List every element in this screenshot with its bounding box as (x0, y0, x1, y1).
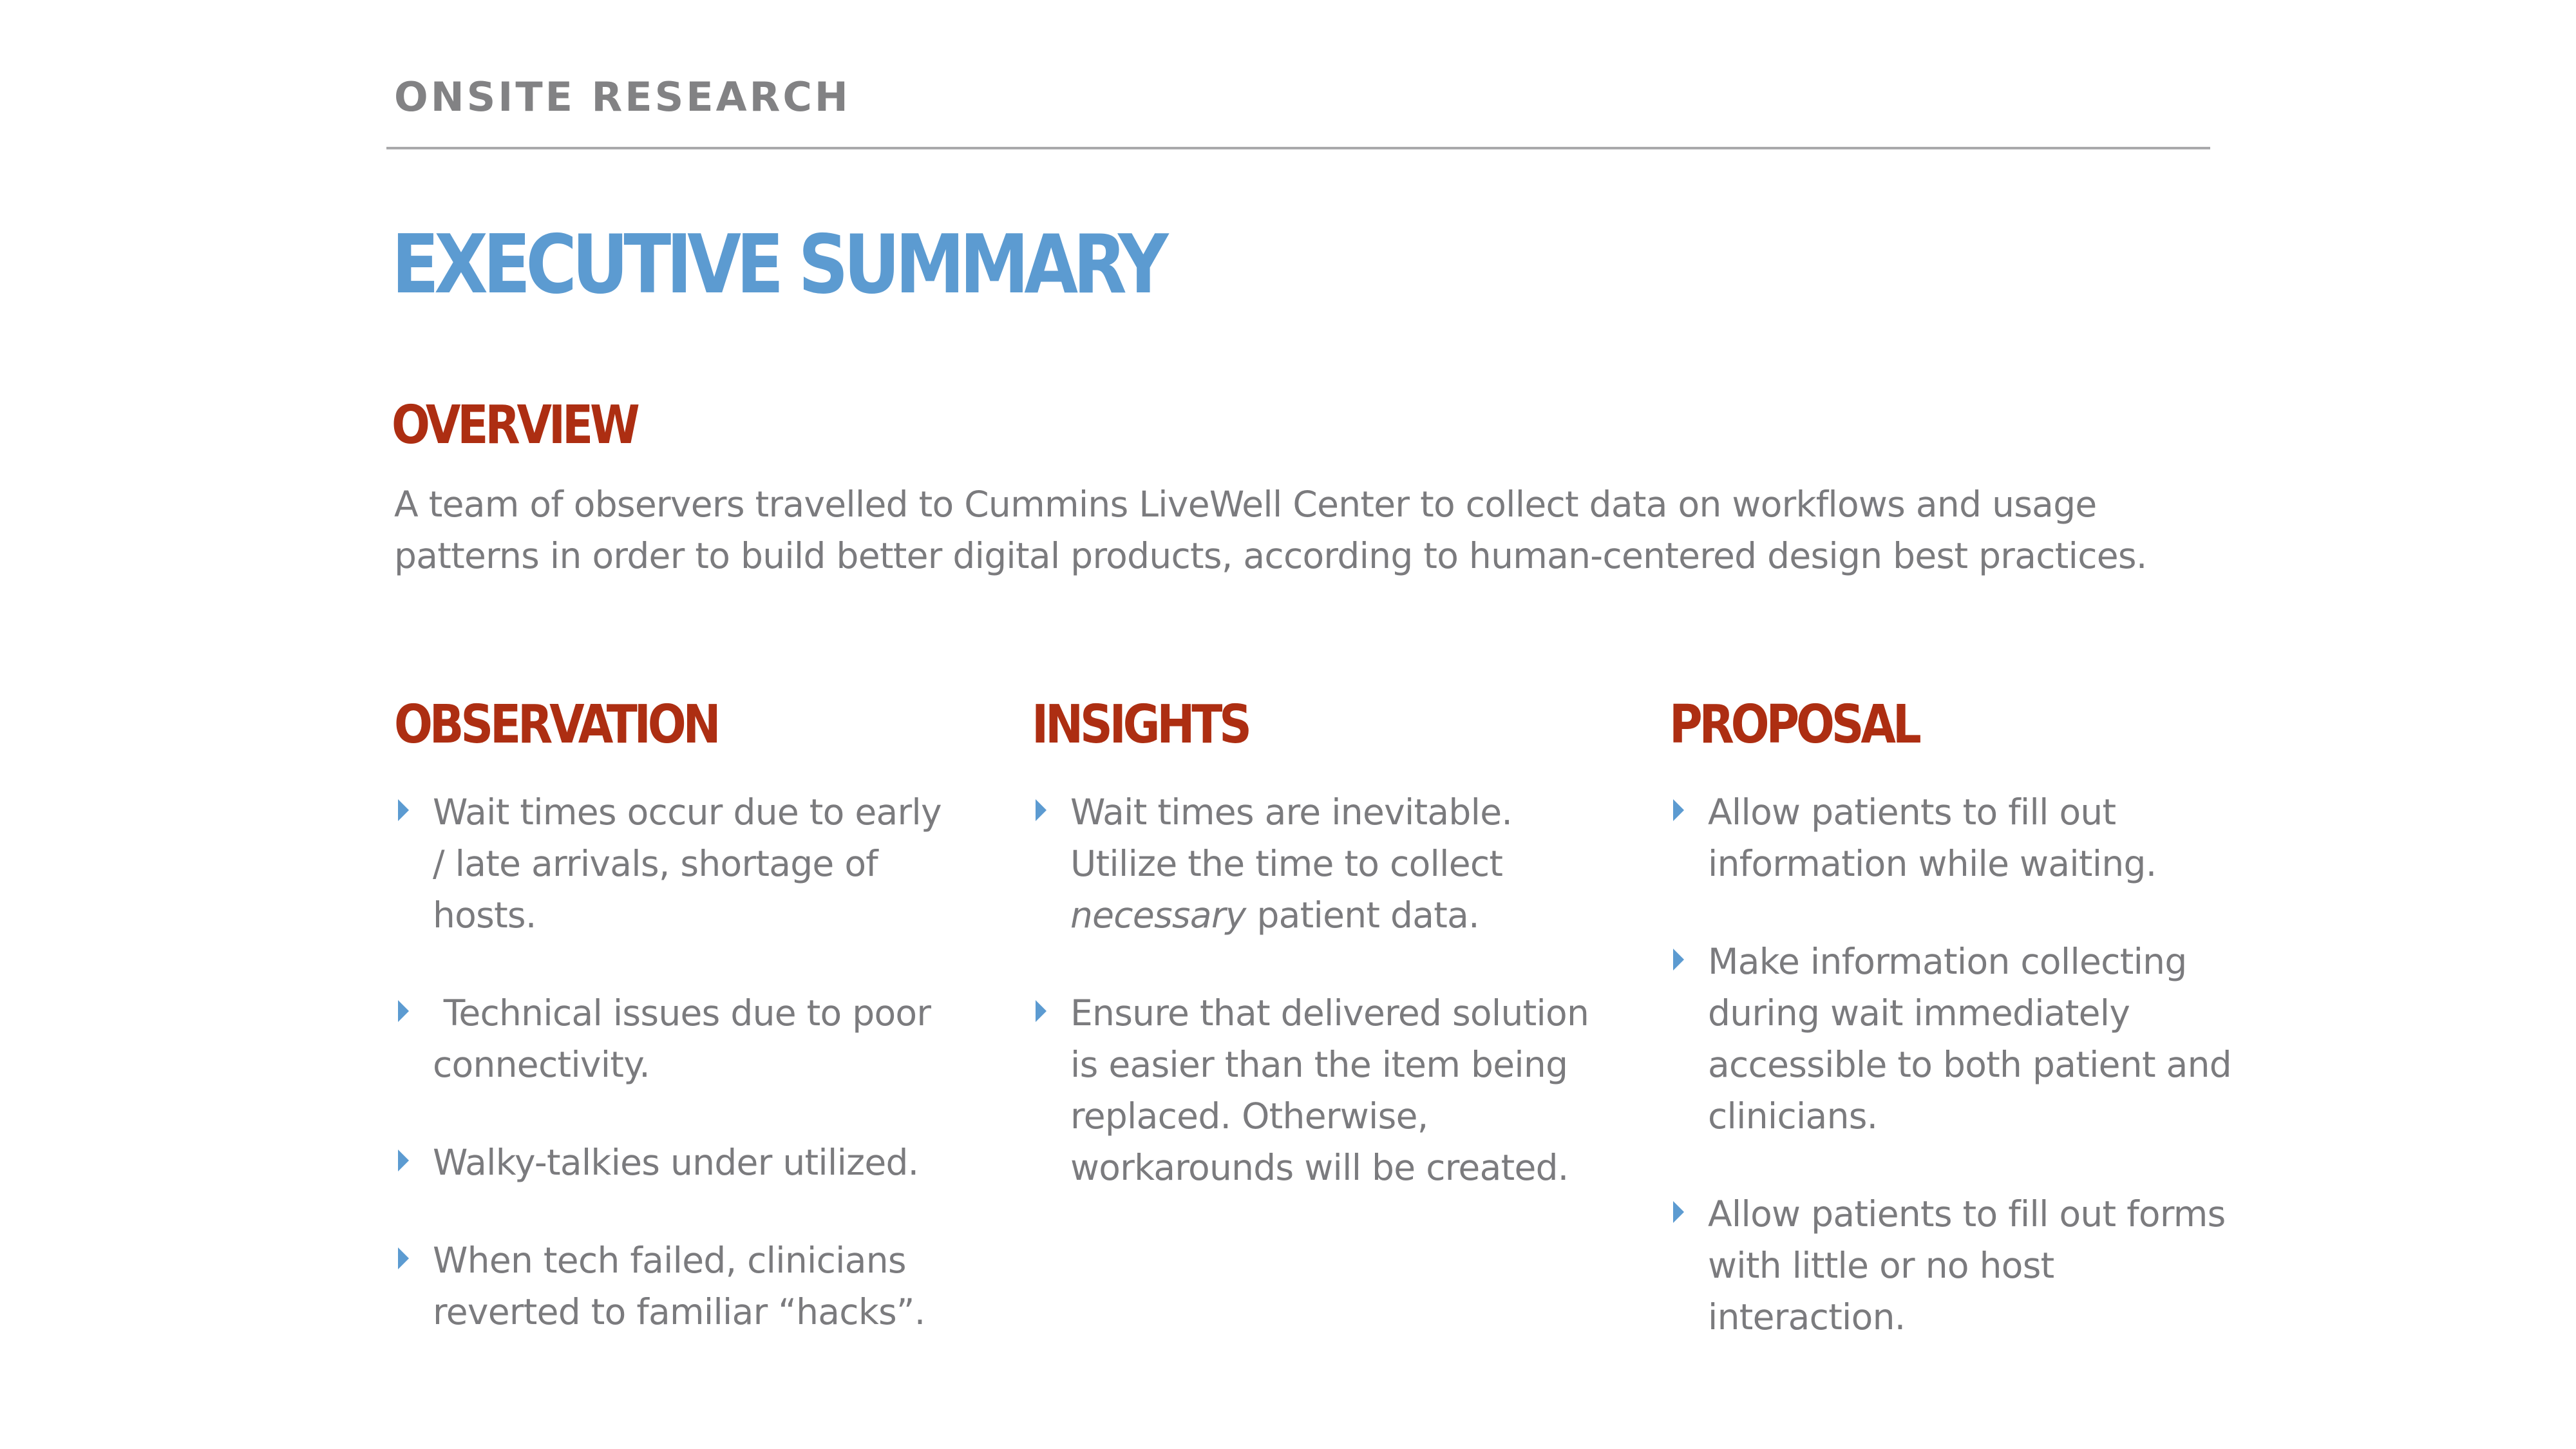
triangle-bullet-icon (398, 1150, 409, 1171)
list-item: Make information collecting during wait … (1669, 936, 2236, 1142)
slide: ONSITE RESEARCH EXECUTIVE SUMMARY OVERVI… (0, 0, 2576, 1449)
page-title: EXECUTIVE SUMMARY (392, 217, 1169, 312)
list-item: When tech failed, clinicians reverted to… (394, 1235, 961, 1338)
list-item-text: Technical issues due to poor connectivit… (433, 992, 942, 1085)
insights-heading: INSIGHTS (1032, 694, 1252, 755)
section-kicker: ONSITE RESEARCH (394, 73, 851, 120)
triangle-bullet-icon (1036, 799, 1046, 821)
list-item: Walky-talkies under utilized. (394, 1137, 961, 1188)
list-item-text: Walky-talkies under utilized. (433, 1142, 919, 1183)
observation-list: Wait times occur due to early / late arr… (394, 786, 961, 1384)
list-item: Wait times are inevitable. Utilize the t… (1032, 786, 1598, 941)
overview-text: A team of observers travelled to Cummins… (394, 484, 2147, 576)
list-item-text: Allow patients to fill out forms with li… (1708, 1193, 2226, 1338)
insights-column: INSIGHTS Wait times are inevitable. Util… (1032, 694, 1589, 1189)
list-item-text: When tech failed, clinicians reverted to… (433, 1240, 925, 1332)
list-item-text: Allow patients to fill out information w… (1708, 791, 2157, 884)
list-item-text: Wait times occur due to early / late arr… (433, 791, 942, 936)
list-item-text: Ensure that delivered solution is easier… (1070, 992, 1589, 1188)
triangle-bullet-icon (1673, 949, 1684, 971)
triangle-bullet-icon (1673, 799, 1684, 821)
proposal-list: Allow patients to fill out information w… (1669, 786, 2236, 1389)
list-item-text: Wait times are inevitable. Utilize the t… (1070, 786, 1598, 941)
proposal-heading: PROPOSAL (1669, 694, 1922, 755)
list-item: Allow patients to fill out forms with li… (1669, 1188, 2236, 1343)
insights-list: Wait times are inevitable. Utilize the t… (1032, 786, 1598, 1240)
list-item-text: Make information collecting during wait … (1708, 941, 2232, 1137)
observation-column: OBSERVATION Wait times occur due to earl… (394, 694, 942, 1333)
list-item: Allow patients to fill out information w… (1669, 786, 2236, 889)
observation-heading: OBSERVATION (394, 694, 721, 755)
triangle-bullet-icon (398, 1247, 409, 1269)
list-item: Technical issues due to poor connectivit… (394, 987, 961, 1090)
emphasis-text: necessary (1070, 895, 1246, 936)
triangle-bullet-icon (1673, 1201, 1684, 1223)
triangle-bullet-icon (398, 799, 409, 821)
overview-heading: OVERVIEW (392, 395, 640, 456)
header-divider (386, 147, 2210, 149)
triangle-bullet-icon (1036, 1000, 1046, 1022)
list-item: Ensure that delivered solution is easier… (1032, 987, 1598, 1193)
list-item-text-part: Wait times are inevitable. Utilize the t… (1070, 791, 1513, 884)
list-item-text-part: patient data. (1245, 895, 1479, 936)
list-item: Wait times occur due to early / late arr… (394, 786, 961, 941)
triangle-bullet-icon (398, 1000, 409, 1022)
proposal-column: PROPOSAL Allow patients to fill out info… (1669, 694, 2232, 1338)
